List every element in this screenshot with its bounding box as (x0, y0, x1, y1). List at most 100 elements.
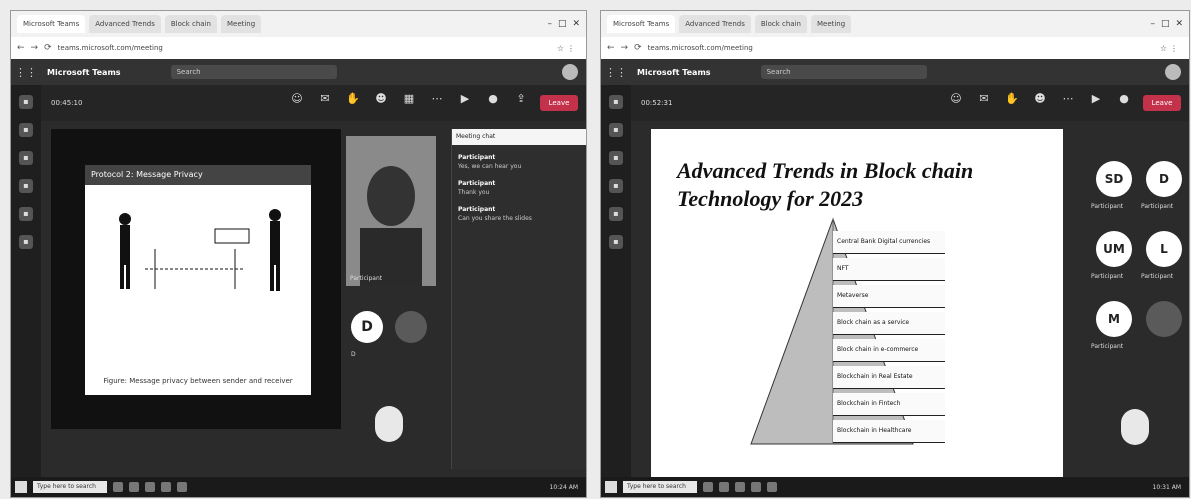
app-launcher-icon[interactable]: ⋮⋮ (601, 66, 631, 79)
taskbar-app-icon[interactable] (113, 482, 123, 492)
extension-icons[interactable]: ☆⋮ (557, 44, 586, 53)
receiver-figure (269, 209, 281, 291)
teams-icon[interactable]: ▪ (19, 151, 33, 165)
participant-avatar[interactable]: L (1146, 231, 1182, 267)
reload-icon[interactable]: ⟳ (44, 43, 52, 53)
forward-icon[interactable]: → (621, 43, 629, 53)
chat-message: Participant Thank you (458, 179, 580, 197)
mic-icon[interactable]: ● (484, 92, 502, 114)
app-launcher-icon[interactable]: ⋮⋮ (11, 66, 41, 79)
window-controls: – □ ✕ (547, 19, 586, 29)
taskbar: Type here to search 10:31 AM (601, 477, 1189, 497)
browser-tab[interactable]: Advanced Trends (679, 15, 751, 33)
browser-tab[interactable]: Block chain (164, 15, 217, 33)
participant-avatar[interactable]: M (1096, 301, 1132, 337)
meeting-timer: 00:52:31 (641, 99, 673, 107)
reactions-icon[interactable]: ☻ (372, 92, 390, 114)
close-icon[interactable]: ✕ (572, 19, 580, 29)
chat-icon[interactable]: ▪ (19, 123, 33, 137)
avatar[interactable] (562, 64, 578, 80)
mic-icon[interactable]: ● (1115, 92, 1133, 114)
self-avatar[interactable] (1121, 409, 1149, 445)
camera-icon[interactable]: ▶ (1087, 92, 1105, 114)
close-icon[interactable]: ✕ (1175, 19, 1183, 29)
raise-hand-icon[interactable]: ✋ (1003, 92, 1021, 114)
browser-tab[interactable]: Microsoft Teams (17, 15, 86, 33)
avatar[interactable] (1165, 64, 1181, 80)
taskbar-search[interactable]: Type here to search (33, 481, 107, 493)
chat-author: Participant (458, 206, 496, 213)
participant-avatar[interactable]: UM (1096, 231, 1132, 267)
pyramid-item: Block chain as a service (833, 312, 945, 335)
calendar-icon[interactable]: ▪ (609, 179, 623, 193)
sender-figure (119, 213, 131, 289)
taskbar-app-icon[interactable] (767, 482, 777, 492)
windows-start-icon[interactable] (605, 481, 617, 493)
back-icon[interactable]: ← (607, 43, 615, 53)
reactions-icon[interactable]: ☻ (1031, 92, 1049, 114)
minimize-icon[interactable]: – (547, 19, 552, 29)
tab-bar: Microsoft Teams Advanced Trends Block ch… (601, 11, 1189, 37)
taskbar-app-icon[interactable] (751, 482, 761, 492)
extension-icons[interactable]: ☆⋮ (1160, 44, 1189, 53)
participant-video[interactable]: Participant (346, 136, 436, 286)
teams-icon[interactable]: ▪ (609, 151, 623, 165)
windows-start-icon[interactable] (15, 481, 27, 493)
taskbar-app-icon[interactable] (145, 482, 155, 492)
browser-tab[interactable]: Microsoft Teams (607, 15, 676, 33)
pyramid-item: Blockchain in Healthcare (833, 420, 945, 443)
leave-button[interactable]: Leave (540, 95, 578, 111)
search-input[interactable]: Search (760, 65, 927, 79)
view-icon[interactable]: ▦ (400, 92, 418, 114)
browser-tab[interactable]: Meeting (220, 15, 262, 33)
share-icon[interactable]: ⇪ (512, 92, 530, 114)
self-avatar[interactable] (375, 406, 403, 442)
leave-button[interactable]: Leave (1143, 95, 1181, 111)
people-icon[interactable]: ☺ (288, 92, 306, 114)
participant-avatar[interactable]: SD (1096, 161, 1132, 197)
calendar-icon[interactable]: ▪ (19, 179, 33, 193)
chat-icon[interactable]: ✉ (316, 92, 334, 114)
files-icon[interactable]: ▪ (609, 235, 623, 249)
screenshot-left: Microsoft Teams Advanced Trends Block ch… (10, 10, 587, 498)
maximize-icon[interactable]: □ (558, 19, 567, 29)
taskbar-app-icon[interactable] (177, 482, 187, 492)
people-icon[interactable]: ☺ (947, 92, 965, 114)
more-icon[interactable]: ⋯ (428, 92, 446, 114)
participant-avatar[interactable] (395, 311, 427, 343)
taskbar-app-icon[interactable] (129, 482, 139, 492)
taskbar-app-icon[interactable] (735, 482, 745, 492)
taskbar-app-icon[interactable] (719, 482, 729, 492)
participant-avatar[interactable] (1146, 301, 1182, 337)
participant-avatar[interactable]: D (351, 311, 383, 343)
url-field[interactable]: teams.microsoft.com/meeting (58, 44, 163, 52)
camera-icon[interactable]: ▶ (456, 92, 474, 114)
forward-icon[interactable]: → (31, 43, 39, 53)
participant-avatar[interactable]: D (1146, 161, 1182, 197)
more-icon[interactable]: ⋯ (1059, 92, 1077, 114)
raise-hand-icon[interactable]: ✋ (344, 92, 362, 114)
activity-icon[interactable]: ▪ (19, 95, 33, 109)
chat-message: Participant Can you share the slides (458, 205, 580, 223)
reload-icon[interactable]: ⟳ (634, 43, 642, 53)
activity-icon[interactable]: ▪ (609, 95, 623, 109)
taskbar-clock: 10:31 AM (1152, 483, 1181, 491)
minimize-icon[interactable]: – (1150, 19, 1155, 29)
browser-tab[interactable]: Advanced Trends (89, 15, 161, 33)
calls-icon[interactable]: ▪ (609, 207, 623, 221)
chat-icon[interactable]: ✉ (975, 92, 993, 114)
maximize-icon[interactable]: □ (1161, 19, 1170, 29)
back-icon[interactable]: ← (17, 43, 25, 53)
chat-icon[interactable]: ▪ (609, 123, 623, 137)
calls-icon[interactable]: ▪ (19, 207, 33, 221)
taskbar-app-icon[interactable] (703, 482, 713, 492)
taskbar-app-icon[interactable] (161, 482, 171, 492)
window-controls: – □ ✕ (1150, 19, 1189, 29)
files-icon[interactable]: ▪ (19, 235, 33, 249)
screenshot-right: Microsoft Teams Advanced Trends Block ch… (600, 10, 1190, 498)
browser-tab[interactable]: Meeting (810, 15, 852, 33)
search-input[interactable]: Search (170, 65, 337, 79)
url-field[interactable]: teams.microsoft.com/meeting (648, 44, 753, 52)
browser-tab[interactable]: Block chain (754, 15, 807, 33)
taskbar-search[interactable]: Type here to search (623, 481, 697, 493)
